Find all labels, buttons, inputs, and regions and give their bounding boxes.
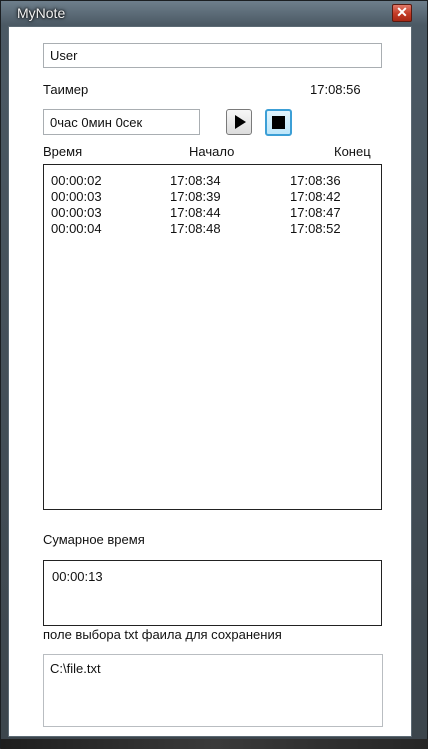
list-item[interactable]: 00:00:03 17:08:44 17:08:47 [44,205,381,221]
app-window: MyNote ✕ User Таимер 17:08:56 0час 0мин … [0,0,428,749]
start-cell: 17:08:39 [170,189,221,204]
stop-icon [272,116,285,129]
file-path-field[interactable]: C:\file.txt [43,654,383,727]
file-path-value: C:\file.txt [50,661,101,676]
end-cell: 17:08:52 [290,221,341,236]
file-field-label: поле выбора txt фаила для сохранения [43,627,282,642]
duration-cell: 00:00:02 [51,173,102,188]
end-cell: 17:08:42 [290,189,341,204]
column-header-time: Время [43,144,83,159]
start-cell: 17:08:48 [170,221,221,236]
start-cell: 17:08:44 [170,205,221,220]
summary-label: Сумарное время [43,532,145,547]
user-field[interactable]: User [43,43,382,68]
list-item[interactable]: 00:00:03 17:08:39 17:08:42 [44,189,381,205]
play-button[interactable] [226,109,252,135]
clock-display: 17:08:56 [310,82,361,97]
intervals-list[interactable]: 00:00:02 17:08:34 17:08:36 00:00:03 17:0… [43,164,382,510]
duration-cell: 00:00:03 [51,189,102,204]
close-icon: ✕ [396,4,408,20]
duration-cell: 00:00:03 [51,205,102,220]
close-button[interactable]: ✕ [392,4,412,22]
summary-box: 00:00:13 [43,560,382,626]
column-header-end: Конец [334,144,371,159]
window-title: MyNote [17,5,66,21]
end-cell: 17:08:47 [290,205,341,220]
summary-value: 00:00:13 [52,569,103,584]
client-area: User Таимер 17:08:56 0час 0мин 0сек Врем… [8,26,412,737]
column-header-start: Начало [189,144,235,159]
start-cell: 17:08:34 [170,173,221,188]
list-item[interactable]: 00:00:04 17:08:48 17:08:52 [44,221,381,237]
play-icon [235,115,246,129]
end-cell: 17:08:36 [290,173,341,188]
duration-cell: 00:00:04 [51,221,102,236]
duration-field[interactable]: 0час 0мин 0сек [43,109,200,135]
timer-label: Таимер [43,82,89,97]
stop-button[interactable] [265,109,292,136]
title-bar[interactable]: MyNote ✕ [1,1,427,27]
list-item[interactable]: 00:00:02 17:08:34 17:08:36 [44,173,381,189]
